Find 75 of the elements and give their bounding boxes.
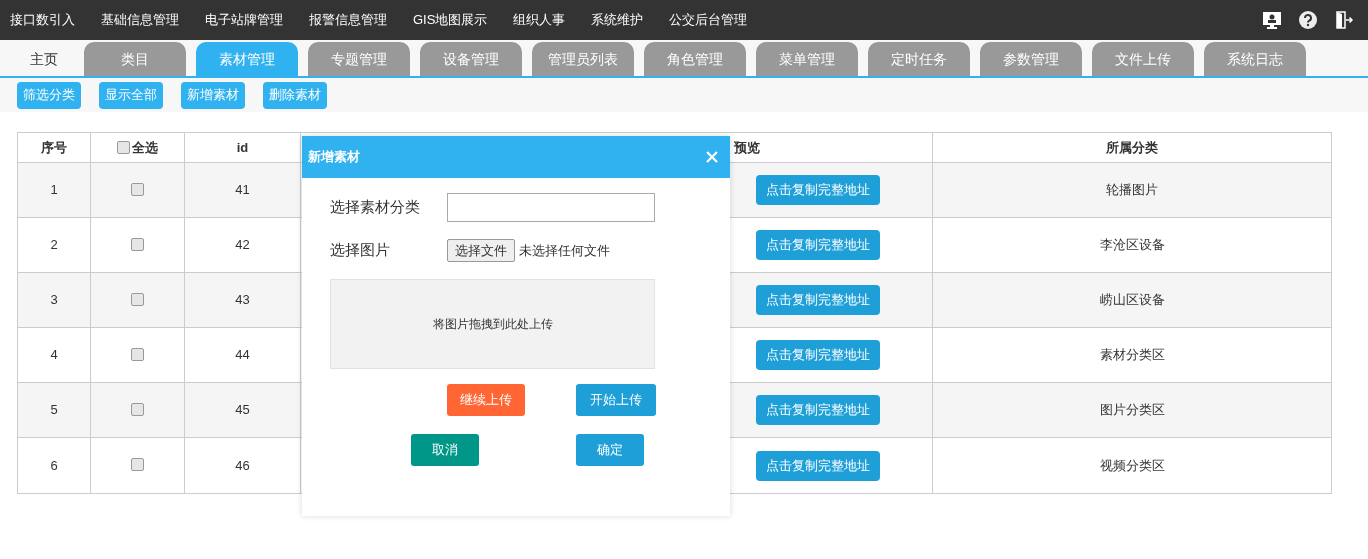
field-label: 选择素材分类 [330,197,421,218]
checkbox[interactable] [117,141,130,154]
column-header: 序号 [18,133,91,162]
table-cell-text: 44 [235,346,250,365]
table-cell-text: 1 [50,181,58,200]
tab[interactable]: 参数管理 [980,42,1082,76]
toolbar-button[interactable]: 显示全部 [99,81,163,109]
tab[interactable]: 文件上传 [1092,42,1194,76]
table-cell-text: 46 [235,456,250,475]
copy-address-button[interactable]: 点击复制完整地址 [756,340,880,370]
checkbox[interactable] [131,403,144,416]
menu-item[interactable]: 系统维护 [591,10,644,30]
column-header: 全选 [132,138,158,157]
field-label: 选择图片 [330,240,391,261]
choose-file-button[interactable]: 选择文件 [447,239,515,262]
column-header: id [185,133,301,162]
checkbox[interactable] [131,183,144,196]
logout-icon[interactable] [1334,10,1354,30]
table-cell-text: 4 [50,346,58,365]
table-cell-text: 5 [50,401,58,420]
menu-item[interactable]: 组织人事 [513,10,566,30]
menu-item[interactable]: 电子站牌管理 [205,10,283,30]
table-cell-text: 45 [235,401,250,420]
menu-item[interactable]: 接口数引入 [10,10,75,30]
table-cell-text: 43 [235,291,250,310]
dialog-button[interactable]: 确定 [576,434,644,466]
drop-zone[interactable]: 将图片拖拽到此处上传 [330,279,655,369]
copy-address-button[interactable]: 点击复制完整地址 [756,175,880,205]
dialog-button[interactable]: 继续上传 [447,384,525,416]
table-cell-text: 6 [50,456,58,475]
help-icon[interactable] [1298,10,1318,30]
table-cell-text: 42 [235,236,250,255]
toolbar-button[interactable]: 筛选分类 [17,81,81,109]
table-cell-text: 41 [235,181,250,200]
tab[interactable]: 主页 [14,42,74,76]
table-cell-text: 崂山区设备 [1099,291,1165,310]
table-cell-text: 视频分类区 [1099,456,1165,475]
file-status: 未选择任何文件 [519,241,610,260]
menu-item[interactable]: 报警信息管理 [309,10,387,30]
close-icon[interactable] [706,151,718,163]
tab[interactable]: 专题管理 [308,42,410,76]
dialog-button[interactable]: 开始上传 [576,384,656,416]
menu-item[interactable]: GIS地图展示 [413,10,488,30]
tab[interactable]: 系统日志 [1204,42,1306,76]
dialog-button[interactable]: 取消 [411,434,479,466]
category-input-field[interactable] [447,193,655,222]
copy-address-button[interactable]: 点击复制完整地址 [756,230,880,260]
monitor-icon[interactable] [1262,10,1282,30]
copy-address-button[interactable]: 点击复制完整地址 [756,450,880,481]
table-cell-text: 素材分类区 [1099,346,1165,365]
menu-item[interactable]: 基础信息管理 [101,10,179,30]
table-cell-text: 图片分类区 [1099,401,1165,420]
copy-address-button[interactable]: 点击复制完整地址 [756,285,880,315]
tab[interactable]: 定时任务 [868,42,970,76]
checkbox[interactable] [131,293,144,306]
checkbox[interactable] [131,348,144,361]
tab[interactable]: 类目 [84,42,186,76]
column-header: 所属分类 [1105,138,1159,157]
table-cell-text: 3 [50,291,58,310]
tab[interactable]: 管理员列表 [532,42,634,76]
tab[interactable]: 菜单管理 [756,42,858,76]
checkbox[interactable] [131,458,144,471]
column-header: 预览 [734,138,760,157]
table-cell-text: 2 [50,236,58,255]
toolbar-button[interactable]: 删除素材 [263,81,327,109]
table-cell-text: 李沧区设备 [1099,236,1165,255]
tab[interactable]: 素材管理 [196,42,298,76]
dialog-title: 新增素材 [308,148,360,167]
menu-item[interactable]: 公交后台管理 [669,10,748,30]
tab[interactable]: 角色管理 [644,42,746,76]
copy-address-button[interactable]: 点击复制完整地址 [756,395,880,425]
table-cell-text: 轮播图片 [1106,181,1158,200]
checkbox[interactable] [131,238,144,251]
tab[interactable]: 设备管理 [420,42,522,76]
toolbar-button[interactable]: 新增素材 [181,81,245,109]
